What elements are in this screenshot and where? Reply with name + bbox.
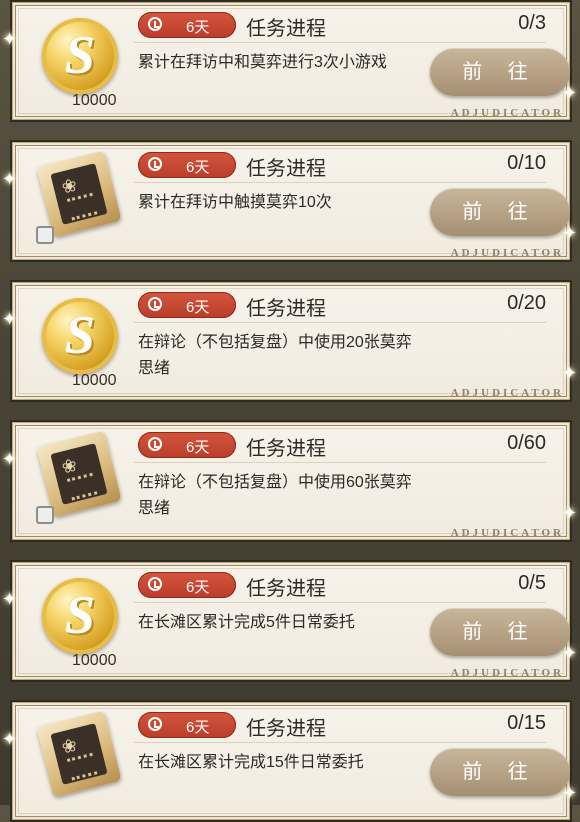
sparkle-icon: ✦ [2, 29, 18, 49]
timer-badge: 6天 [138, 12, 236, 38]
brand-watermark: ADJUDICATOR [450, 527, 564, 539]
timer-badge: 6天 [138, 432, 236, 458]
brand-watermark: ADJUDICATOR [450, 107, 564, 119]
clock-icon [148, 437, 162, 451]
task-card: ❀ 6天 任务进程 0/60 在辩论（不包括复盘）中使用60张莫弈思绪 ADJU… [0, 420, 580, 542]
go-button[interactable]: 前 往 [430, 48, 570, 96]
reward-coin: S 10000 [38, 14, 130, 109]
reward-book: ❀ [36, 150, 130, 248]
sparkle-icon: ✦ [562, 643, 578, 663]
progress-count: 0/15 [507, 712, 546, 734]
clock-icon [148, 17, 162, 31]
days-remaining: 6天 [186, 159, 210, 176]
book-icon: ❀ [36, 150, 122, 238]
coin-icon: S [42, 18, 118, 94]
reward-coin: S 10000 [38, 574, 130, 669]
progress-count: 0/20 [507, 292, 546, 314]
sparkle-icon: ✦ [2, 729, 18, 749]
days-remaining: 6天 [186, 439, 210, 456]
book-icon: ❀ [36, 430, 122, 518]
timer-badge: 6天 [138, 712, 236, 738]
clock-icon [148, 297, 162, 311]
go-button[interactable]: 前 往 [430, 608, 570, 656]
progress-title: 任务进程 [246, 438, 326, 460]
go-button[interactable]: 前 往 [430, 188, 570, 236]
timer-badge: 6天 [138, 152, 236, 178]
timer-badge: 6天 [138, 292, 236, 318]
sparkle-icon: ✦ [562, 503, 578, 523]
progress-count: 0/10 [507, 152, 546, 174]
divider [134, 602, 546, 603]
coin-icon: S [42, 578, 118, 654]
sparkle-icon: ✦ [2, 169, 18, 189]
go-button[interactable]: 前 往 [430, 748, 570, 796]
task-card-frame: S 10000 6天 任务进程 0/20 在辩论（不包括复盘）中使用20张莫弈思… [10, 280, 572, 402]
clock-icon [148, 717, 162, 731]
days-remaining: 6天 [186, 579, 210, 596]
task-card: S 10000 6天 任务进程 0/20 在辩论（不包括复盘）中使用20张莫弈思… [0, 280, 580, 402]
task-card: S 10000 6天 任务进程 0/3 累计在拜访中和莫弈进行3次小游戏 前 往… [0, 0, 580, 122]
reward-coin: S 10000 [38, 294, 130, 389]
reward-quantity: 10000 [72, 372, 117, 389]
timer-badge: 6天 [138, 572, 236, 598]
sparkle-icon: ✦ [562, 363, 578, 383]
task-description: 累计在拜访中和莫弈进行3次小游戏 [138, 54, 387, 71]
progress-title: 任务进程 [246, 578, 326, 600]
progress-title: 任务进程 [246, 298, 326, 320]
task-card-frame: ❀ 6天 任务进程 0/15 在长滩区累计完成15件日常委托 前 往 [10, 700, 572, 822]
task-card-frame: ❀ 6天 任务进程 0/60 在辩论（不包括复盘）中使用60张莫弈思绪 ADJU… [10, 420, 572, 542]
sparkle-icon: ✦ [2, 309, 18, 329]
task-description: 在长滩区累计完成5件日常委托 [138, 614, 355, 631]
task-card: ❀ 6天 任务进程 0/10 累计在拜访中触摸莫弈10次 前 往 ADJUDIC… [0, 140, 580, 262]
divider [134, 182, 546, 183]
divider [134, 462, 546, 463]
progress-title: 任务进程 [246, 18, 326, 40]
brand-watermark: ADJUDICATOR [450, 667, 564, 679]
progress-title: 任务进程 [246, 158, 326, 180]
clock-icon [148, 157, 162, 171]
task-description: 在辩论（不包括复盘）中使用20张莫弈思绪 [138, 334, 412, 377]
days-remaining: 6天 [186, 719, 210, 736]
task-card: S 10000 6天 任务进程 0/5 在长滩区累计完成5件日常委托 前 往 A… [0, 560, 580, 682]
coin-icon: S [42, 298, 118, 374]
reward-quantity: 10000 [72, 652, 117, 669]
days-remaining: 6天 [186, 299, 210, 316]
book-icon: ❀ [36, 710, 122, 798]
corner-tag-icon [36, 506, 54, 524]
sparkle-icon: ✦ [2, 449, 18, 469]
progress-count: 0/3 [518, 12, 546, 34]
progress-title: 任务进程 [246, 718, 326, 740]
corner-tag-icon [36, 226, 54, 244]
divider [134, 742, 546, 743]
reward-book: ❀ [36, 430, 130, 528]
clock-icon [148, 577, 162, 591]
sparkle-icon: ✦ [562, 83, 578, 103]
days-remaining: 6天 [186, 19, 210, 36]
divider [134, 322, 546, 323]
sparkle-icon: ✦ [562, 223, 578, 243]
task-card: ❀ 6天 任务进程 0/15 在长滩区累计完成15件日常委托 前 往 ✦ ✦ [0, 700, 580, 822]
task-card-frame: S 10000 6天 任务进程 0/5 在长滩区累计完成5件日常委托 前 往 A… [10, 560, 572, 682]
task-card-frame: S 10000 6天 任务进程 0/3 累计在拜访中和莫弈进行3次小游戏 前 往… [10, 0, 572, 122]
task-description: 在辩论（不包括复盘）中使用60张莫弈思绪 [138, 474, 412, 517]
progress-count: 0/60 [507, 432, 546, 454]
brand-watermark: ADJUDICATOR [450, 247, 564, 259]
sparkle-icon: ✦ [2, 589, 18, 609]
sparkle-icon: ✦ [562, 783, 578, 803]
divider [134, 42, 546, 43]
task-description: 在长滩区累计完成15件日常委托 [138, 754, 364, 771]
reward-book: ❀ [36, 710, 130, 808]
reward-quantity: 10000 [72, 92, 117, 109]
task-card-frame: ❀ 6天 任务进程 0/10 累计在拜访中触摸莫弈10次 前 往 ADJUDIC… [10, 140, 572, 262]
brand-watermark: ADJUDICATOR [450, 387, 564, 399]
progress-count: 0/5 [518, 572, 546, 594]
task-description: 累计在拜访中触摸莫弈10次 [138, 194, 332, 211]
